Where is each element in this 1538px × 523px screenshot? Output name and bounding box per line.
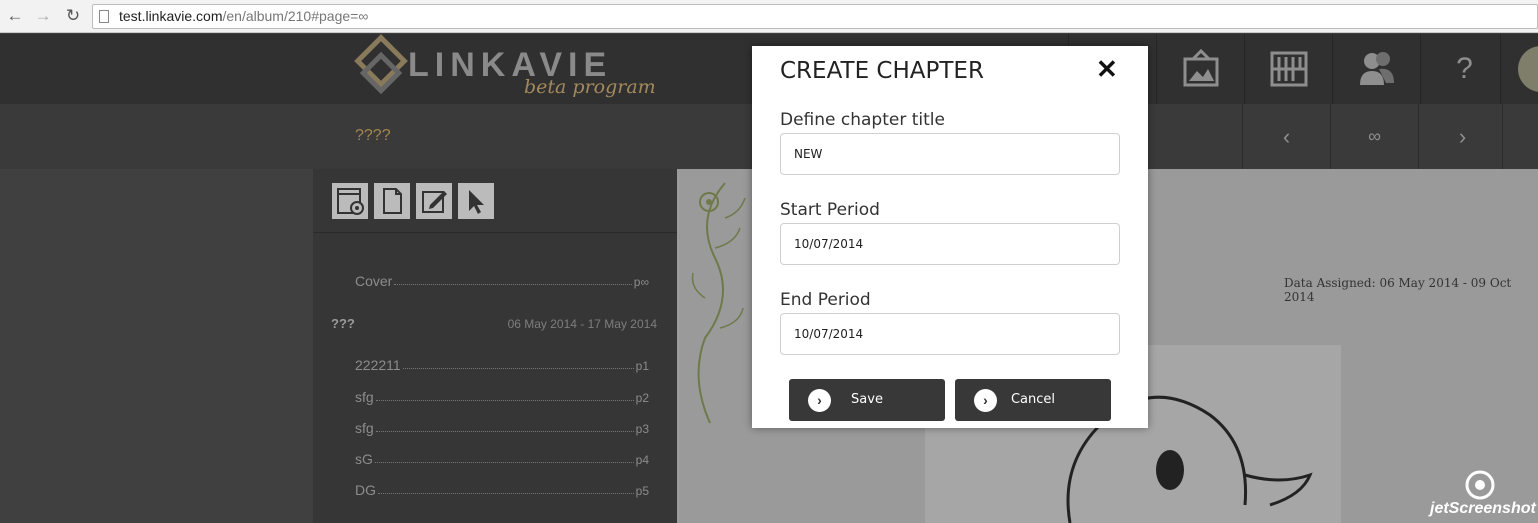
toc-page: p∞ (633, 275, 649, 289)
dialog-title: CREATE CHAPTER (780, 58, 984, 84)
close-icon[interactable]: ✕ (1096, 56, 1118, 82)
floral-vine-decoration (691, 182, 746, 424)
page-icon (99, 10, 109, 23)
end-period-input[interactable] (780, 313, 1120, 355)
toc-leader (374, 462, 634, 463)
logo-subtitle: beta program (524, 76, 656, 98)
sidebar-toolbar (313, 169, 677, 233)
toc-leader (402, 368, 634, 369)
start-period-input[interactable] (780, 223, 1120, 265)
cursor-icon[interactable] (458, 183, 494, 219)
page-icon[interactable] (374, 183, 410, 219)
save-button-label: Save (851, 392, 883, 407)
next-page-button[interactable]: › (1418, 104, 1506, 169)
prev-page-button[interactable]: ‹ (1242, 104, 1330, 169)
help-icon[interactable]: ? (1420, 34, 1508, 104)
chapter-title: ??? (331, 316, 355, 331)
toc-chapter[interactable]: ??? 06 May 2014 - 17 May 2014 (331, 316, 657, 331)
watermark-text: jetScreenshot (1430, 500, 1536, 517)
url-path: /en/album/210#page=∞ (222, 8, 369, 24)
reload-icon[interactable]: ↻ (62, 5, 84, 27)
back-icon[interactable]: ← (4, 5, 26, 27)
toc-label: sfg (355, 389, 374, 405)
bookshelf-icon[interactable] (1244, 34, 1332, 104)
subnav-extra[interactable] (1502, 104, 1538, 169)
current-chapter-name: ???? (355, 127, 391, 144)
edit-icon[interactable] (416, 183, 452, 219)
chapter-title-label: Define chapter title (780, 110, 945, 130)
toc-label: Cover (355, 273, 393, 289)
list-item[interactable]: sfg p2 (355, 387, 649, 405)
chapter-range: 06 May 2014 - 17 May 2014 (507, 317, 657, 331)
list-item[interactable]: sG p4 (355, 449, 649, 467)
create-chapter-dialog: CREATE CHAPTER ✕ Define chapter title St… (752, 46, 1148, 428)
forward-icon[interactable]: → (32, 5, 54, 27)
album-frame-icon[interactable] (1156, 34, 1244, 104)
list-item[interactable]: 222211 p1 (355, 355, 649, 373)
date-assigned-text: Data Assigned: 06 May 2014 - 09 Oct 2014 (1284, 276, 1512, 304)
cancel-button[interactable]: › Cancel (955, 379, 1111, 421)
users-icon[interactable] (1332, 34, 1420, 104)
page-infinity-indicator[interactable]: ∞ (1330, 104, 1418, 169)
toc-label: 222211 (355, 357, 401, 373)
toc-cover[interactable]: Cover p∞ (355, 271, 649, 289)
toc-leader (375, 400, 634, 401)
chapter-title-input[interactable] (780, 133, 1120, 175)
start-period-label: Start Period (780, 200, 880, 220)
toc-label: sfg (355, 420, 374, 436)
toc-label: sG (355, 451, 373, 467)
browser-toolbar: ← → ↻ test.linkavie.com/en/album/210#pag… (0, 0, 1538, 33)
list-item[interactable]: sfg p3 (355, 418, 649, 436)
toc-leader (394, 284, 632, 285)
toc-page: p4 (635, 453, 649, 467)
toc-leader (375, 431, 634, 432)
toc-page: p1 (635, 359, 649, 373)
chapter-sidebar: Cover p∞ ??? 06 May 2014 - 17 May 2014 22… (313, 169, 677, 523)
toc-page: p3 (635, 422, 649, 436)
toc-label: DG (355, 482, 376, 498)
cancel-button-label: Cancel (1010, 392, 1056, 407)
toc-page: p5 (635, 484, 649, 498)
list-item[interactable]: DG p5 (355, 480, 649, 498)
url-host: test.linkavie.com (119, 8, 223, 24)
save-button[interactable]: › Save (789, 379, 945, 421)
toc-page: p2 (635, 391, 649, 405)
address-bar[interactable]: test.linkavie.com/en/album/210#page=∞ (92, 4, 1538, 29)
settings-doc-icon[interactable] (332, 183, 368, 219)
end-period-label: End Period (780, 290, 871, 310)
toc-leader (378, 493, 634, 494)
